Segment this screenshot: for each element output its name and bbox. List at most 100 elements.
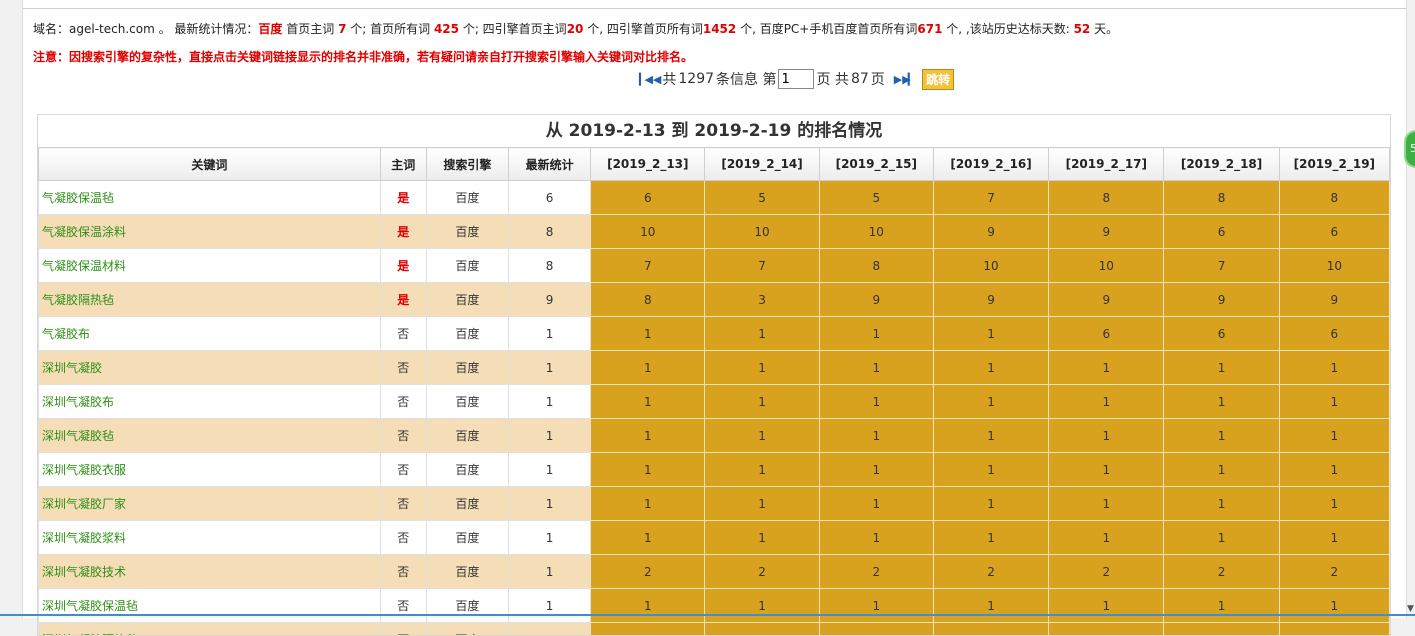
rank-cell: 1 bbox=[1279, 521, 1389, 555]
engine-cell: 百度 bbox=[426, 181, 508, 215]
header-keyword: 关键词 bbox=[39, 148, 381, 181]
keyword-link[interactable]: 深圳气凝胶保温毡 bbox=[39, 589, 381, 623]
keyword-link[interactable]: 气凝胶布 bbox=[39, 317, 381, 351]
engine-name: 百度 bbox=[258, 22, 282, 36]
keyword-link[interactable]: 深圳气凝胶毡 bbox=[39, 419, 381, 453]
rank-cell: 6 bbox=[1049, 317, 1164, 351]
keyword-link[interactable]: 气凝胶隔热毡 bbox=[39, 283, 381, 317]
main-word-cell: 是 bbox=[380, 249, 426, 283]
keyword-link[interactable]: 深圳气凝胶厂家 bbox=[39, 487, 381, 521]
rank-cell: 9 bbox=[1279, 283, 1389, 317]
rank-cell: 1 bbox=[591, 419, 705, 453]
latest-cell: 1 bbox=[509, 385, 591, 419]
rank-cell: 1 bbox=[591, 487, 705, 521]
latest-cell: 1 bbox=[509, 487, 591, 521]
main-word-cell: 是 bbox=[380, 283, 426, 317]
rank-cell: 1 bbox=[591, 521, 705, 555]
engine-cell: 百度 bbox=[426, 419, 508, 453]
rank-cell: 1 bbox=[1049, 521, 1164, 555]
rank-cell: 1 bbox=[933, 623, 1048, 636]
rank-cell: 1 bbox=[591, 453, 705, 487]
header-date: [2019_2_13] bbox=[591, 148, 705, 181]
go-button[interactable]: 跳转 bbox=[922, 69, 954, 90]
header-date: [2019_2_18] bbox=[1164, 148, 1279, 181]
stats-text: 个, ,该站历史达标天数: bbox=[942, 22, 1073, 36]
latest-cell: 6 bbox=[509, 181, 591, 215]
keyword-link[interactable]: 深圳气凝胶布 bbox=[39, 385, 381, 419]
rank-cell: 8 bbox=[1164, 181, 1279, 215]
rank-cell: 6 bbox=[1279, 215, 1389, 249]
rank-cell: 7 bbox=[705, 249, 819, 283]
stat-four-all: 1452 bbox=[703, 22, 736, 36]
engine-cell: 百度 bbox=[426, 351, 508, 385]
rank-cell: 2 bbox=[705, 555, 819, 589]
main-word-cell: 否 bbox=[380, 623, 426, 636]
rank-cell: 1 bbox=[933, 453, 1048, 487]
floating-widget-icon[interactable]: 5 bbox=[1404, 130, 1415, 168]
rank-cell: 10 bbox=[705, 215, 819, 249]
next-page-icon[interactable]: ▶ bbox=[894, 73, 899, 86]
rank-cell: 1 bbox=[1279, 385, 1389, 419]
page-number-input[interactable] bbox=[778, 69, 814, 89]
keyword-link[interactable]: 深圳气凝胶浆料 bbox=[39, 521, 381, 555]
rank-cell: 1 bbox=[1049, 589, 1164, 623]
rank-cell: 1 bbox=[1049, 419, 1164, 453]
main-word-cell: 否 bbox=[380, 453, 426, 487]
keyword-link[interactable]: 深圳气凝胶技术 bbox=[39, 555, 381, 589]
rank-cell: 1 bbox=[1049, 453, 1164, 487]
stat-history-days: 52 bbox=[1074, 22, 1091, 36]
table-row: 深圳气凝胶技术否百度12222222 bbox=[39, 555, 1390, 589]
engine-cell: 百度 bbox=[426, 555, 508, 589]
rank-cell: 1 bbox=[1279, 453, 1389, 487]
ranking-table-panel: 从 2019-2-13 到 2019-2-19 的排名情况 关键词 主词 搜索引… bbox=[37, 114, 1391, 636]
keyword-link[interactable]: 深圳气凝胶隔热毡 bbox=[39, 623, 381, 636]
prev-page-icon[interactable]: ◀ bbox=[653, 73, 658, 86]
rank-cell: 1 bbox=[591, 317, 705, 351]
rank-cell: 1 bbox=[819, 453, 933, 487]
main-word-cell: 否 bbox=[380, 317, 426, 351]
keyword-link[interactable]: 深圳气凝胶 bbox=[39, 351, 381, 385]
rank-cell: 1 bbox=[1164, 487, 1279, 521]
rank-cell: 1 bbox=[819, 419, 933, 453]
table-body: 气凝胶保温毡是百度66557888气凝胶保温涂料是百度81010109966气凝… bbox=[39, 181, 1390, 636]
table-row: 深圳气凝胶隔热毡否百度11111111 bbox=[39, 623, 1390, 636]
rank-cell: 8 bbox=[1049, 181, 1164, 215]
rank-cell: 1 bbox=[1164, 351, 1279, 385]
pagination: ▎◀ ◀ 共 1297 条信息 第 页 共 87 页 ▶ ▶▎ 跳转 bbox=[639, 68, 954, 90]
rank-cell: 1 bbox=[705, 589, 819, 623]
rank-cell: 1 bbox=[819, 521, 933, 555]
main-word-cell: 否 bbox=[380, 351, 426, 385]
header-main: 主词 bbox=[380, 148, 426, 181]
first-page-icon[interactable]: ▎◀ bbox=[639, 73, 650, 86]
rank-cell: 8 bbox=[819, 249, 933, 283]
stats-text: 个, 四引擎首页所有词 bbox=[583, 22, 702, 36]
latest-cell: 8 bbox=[509, 215, 591, 249]
rank-cell: 1 bbox=[705, 453, 819, 487]
stats-text: 个, 百度PC+手机百度首页所有词 bbox=[736, 22, 917, 36]
rank-cell: 9 bbox=[933, 215, 1048, 249]
main-word-cell: 否 bbox=[380, 521, 426, 555]
rank-cell: 2 bbox=[933, 555, 1048, 589]
table-row: 气凝胶保温涂料是百度81010109966 bbox=[39, 215, 1390, 249]
main-word-cell: 否 bbox=[380, 385, 426, 419]
rank-cell: 1 bbox=[933, 385, 1048, 419]
rank-cell: 1 bbox=[705, 521, 819, 555]
scroll-down-icon[interactable]: ▼ bbox=[1407, 604, 1414, 614]
keyword-link[interactable]: 气凝胶保温材料 bbox=[39, 249, 381, 283]
table-row: 深圳气凝胶否百度11111111 bbox=[39, 351, 1390, 385]
keyword-link[interactable]: 深圳气凝胶衣服 bbox=[39, 453, 381, 487]
keyword-link[interactable]: 气凝胶保温涂料 bbox=[39, 215, 381, 249]
rank-cell: 10 bbox=[933, 249, 1048, 283]
last-page-icon[interactable]: ▶▎ bbox=[902, 73, 913, 86]
engine-cell: 百度 bbox=[426, 317, 508, 351]
keyword-link[interactable]: 气凝胶保温毡 bbox=[39, 181, 381, 215]
stats-line: 域名：agel-tech.com 。 最新统计情况：百度 首页主词 7 个; 首… bbox=[33, 20, 1118, 37]
rank-cell: 1 bbox=[1049, 351, 1164, 385]
engine-cell: 百度 bbox=[426, 283, 508, 317]
rank-cell: 1 bbox=[591, 623, 705, 636]
rank-cell: 1 bbox=[819, 623, 933, 636]
engine-cell: 百度 bbox=[426, 215, 508, 249]
stat-home-all: 425 bbox=[434, 22, 459, 36]
header-date: [2019_2_19] bbox=[1279, 148, 1389, 181]
rank-cell: 1 bbox=[705, 351, 819, 385]
